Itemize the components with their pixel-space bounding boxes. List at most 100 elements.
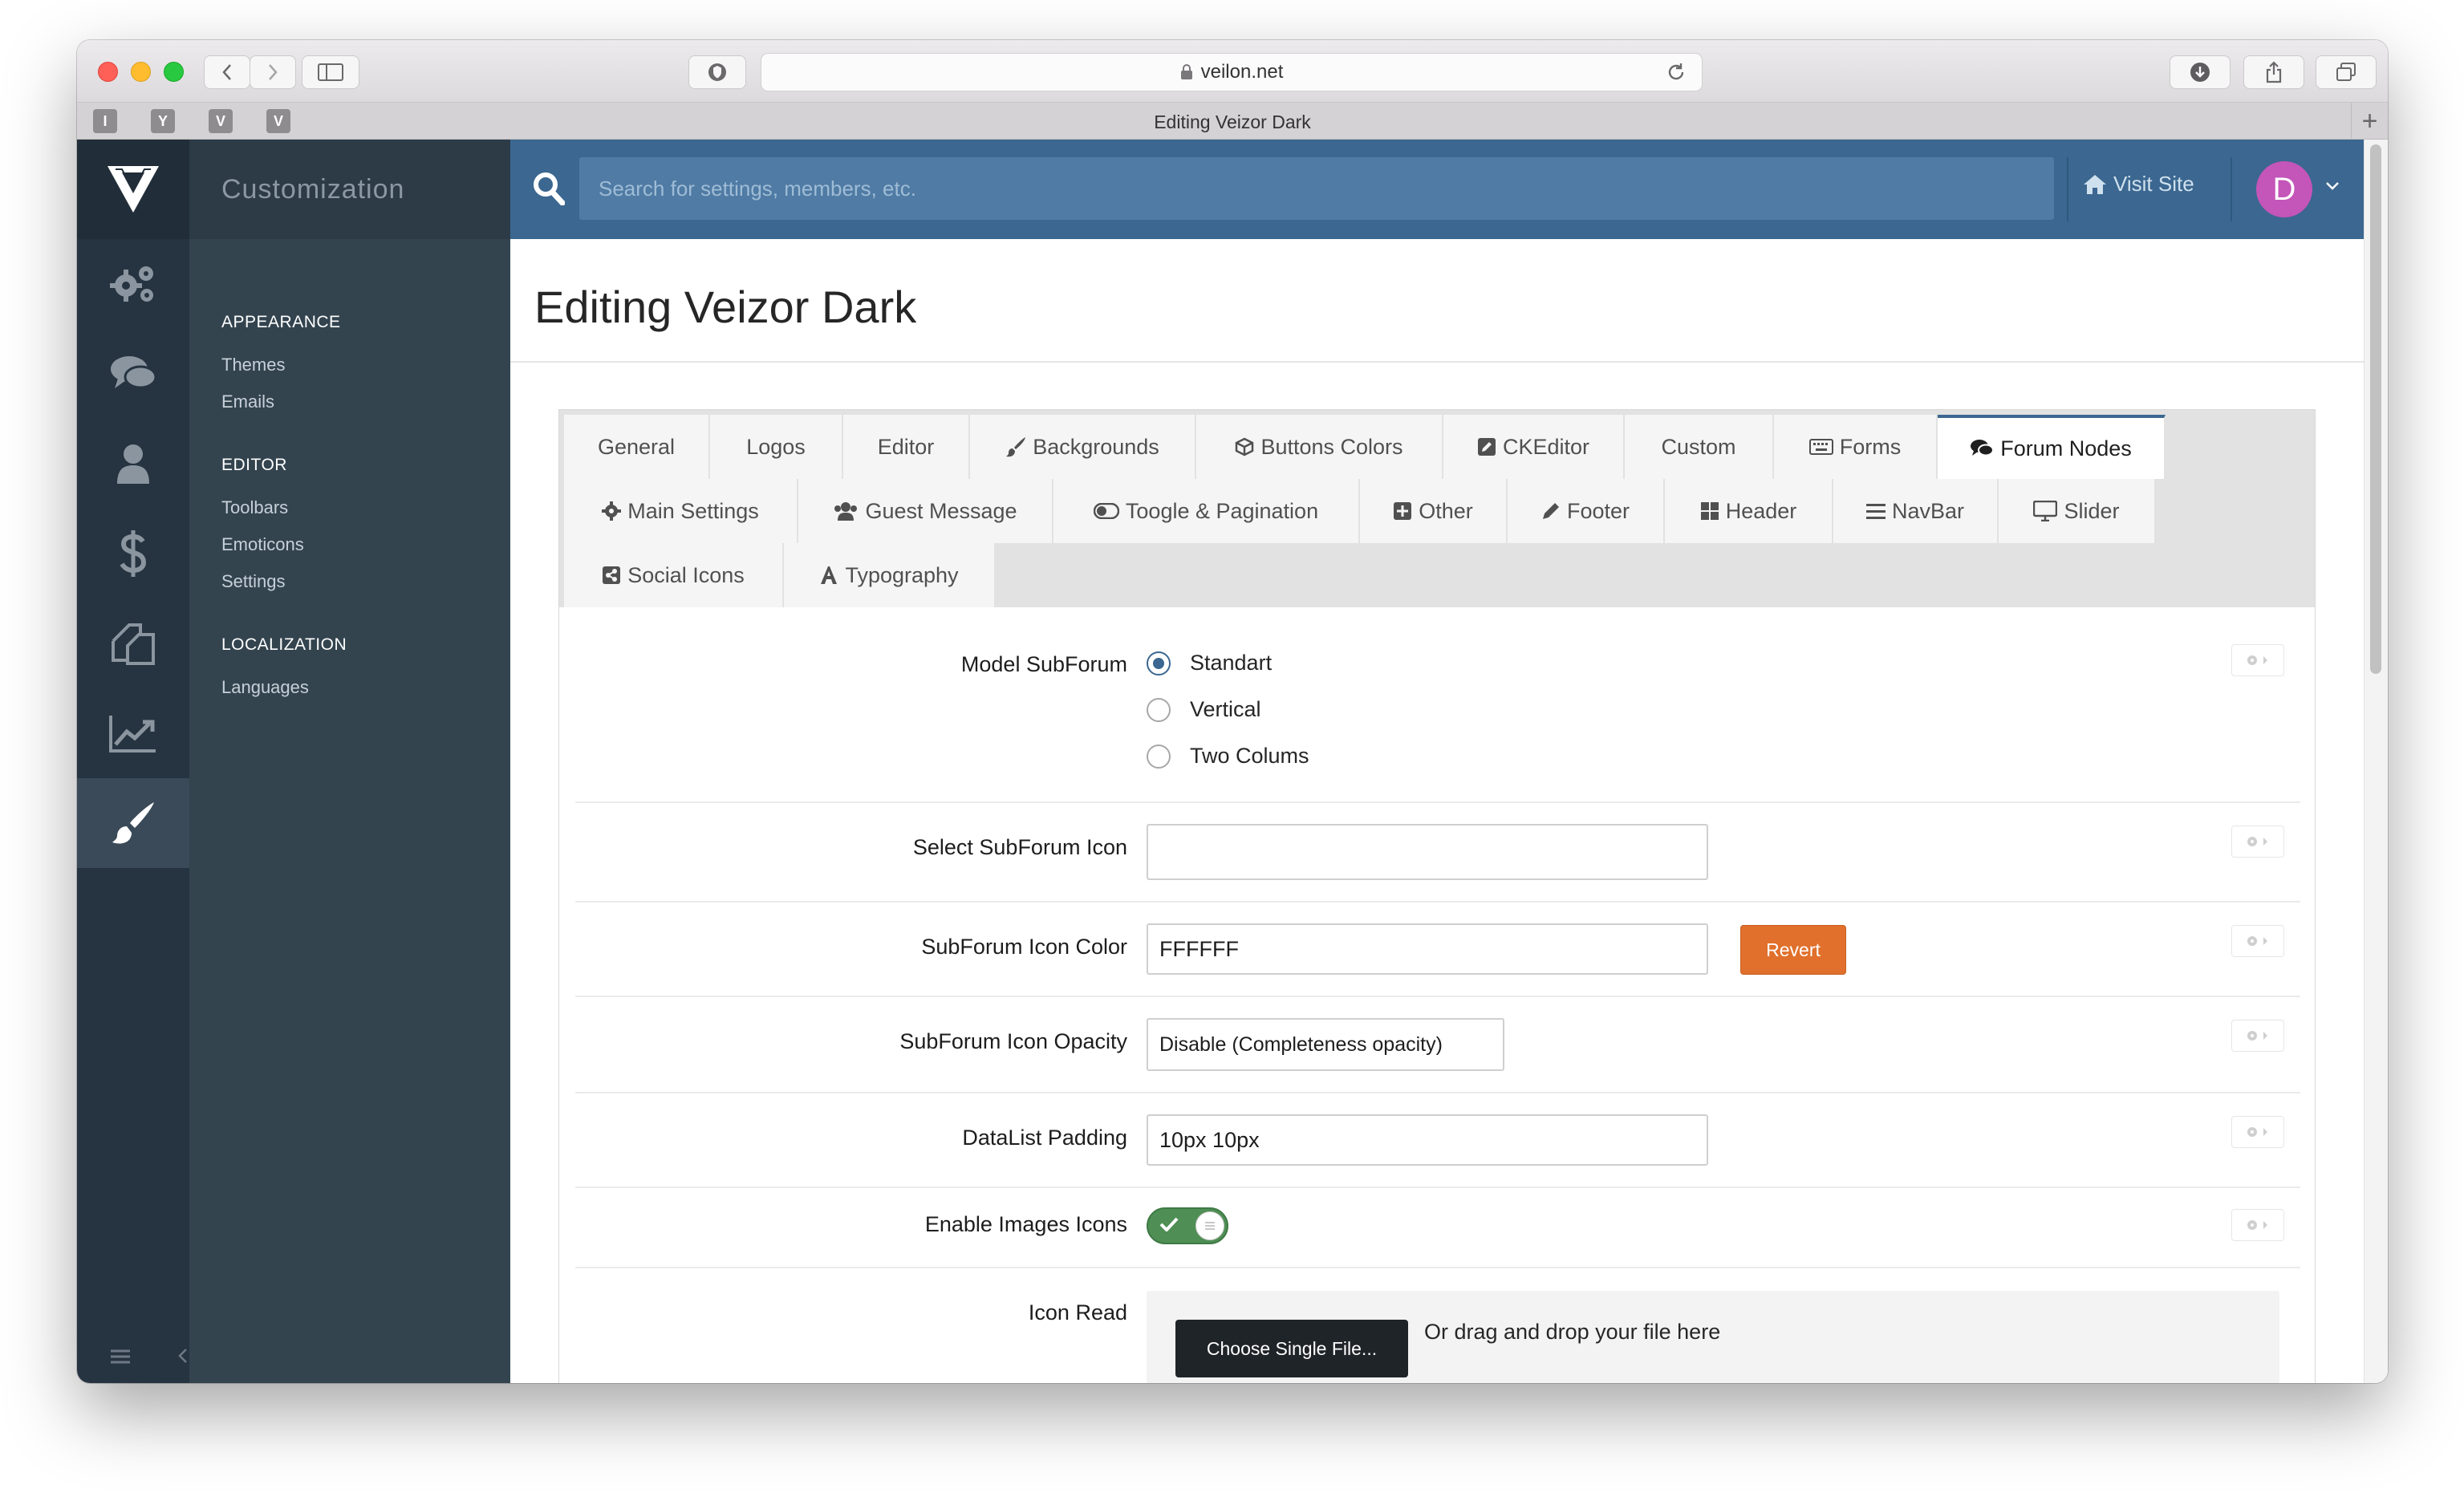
shield-icon	[708, 63, 726, 81]
browser-titlebar: veilon.net	[77, 40, 2388, 103]
tab-typography[interactable]: Typography	[784, 543, 996, 607]
radio-button-selected[interactable]	[1147, 651, 1171, 675]
tab-label: Logos	[746, 434, 806, 459]
subforum-icon-input[interactable]	[1147, 824, 1708, 880]
visit-site-link[interactable]: Visit Site	[2083, 172, 2194, 197]
desktop-icon	[2033, 501, 2058, 521]
scrollbar-thumb[interactable]	[2370, 144, 2381, 674]
logo-icon[interactable]	[77, 140, 189, 239]
tab-bar: General Logos Editor Backgrounds Buttons…	[559, 410, 2315, 607]
tab-toogle-pagination[interactable]: Toogle & Pagination	[1053, 479, 1360, 543]
tab-ckeditor[interactable]: CKEditor	[1443, 415, 1625, 479]
datalist-padding-input[interactable]: 10px 10px	[1147, 1114, 1708, 1166]
radio-two-colums[interactable]: Two Colums	[1147, 744, 1309, 769]
search-icon[interactable]	[533, 172, 565, 205]
forums-nav-item[interactable]	[77, 329, 189, 419]
tab-guest-message[interactable]: Guest Message	[798, 479, 1053, 543]
stats-nav-item[interactable]	[77, 688, 189, 778]
active-tab-title[interactable]: Editing Veizor Dark	[77, 112, 2388, 133]
new-tab-button[interactable]: +	[2351, 103, 2388, 140]
tab-editor[interactable]: Editor	[843, 415, 970, 479]
tab-main-settings[interactable]: Main Settings	[564, 479, 798, 543]
radio-standart[interactable]: Standart	[1147, 651, 1272, 675]
users-nav-item[interactable]	[77, 419, 189, 509]
property-menu-button[interactable]	[2231, 1116, 2284, 1148]
back-button[interactable]	[204, 55, 250, 89]
page-title: Editing Veizor Dark	[534, 282, 917, 332]
nav-link-emoticons[interactable]: Emoticons	[221, 534, 304, 555]
property-menu-button[interactable]	[2231, 644, 2284, 676]
tab-forum-nodes[interactable]: Forum Nodes	[1938, 415, 2166, 479]
section-title: Customization	[189, 140, 510, 239]
tab-other[interactable]: Other	[1360, 479, 1508, 543]
nav-link-languages[interactable]: Languages	[221, 677, 309, 698]
collapse-sidebar-button[interactable]	[178, 1330, 510, 1383]
tab-custom[interactable]: Custom	[1625, 415, 1774, 479]
tab-header[interactable]: Header	[1665, 479, 1833, 543]
row-enable-images-icons: Enable Images Icons	[575, 1188, 2300, 1268]
radio-button[interactable]	[1147, 697, 1171, 722]
close-window-button[interactable]	[98, 62, 118, 82]
tab-label: Buttons Colors	[1260, 434, 1403, 459]
property-menu-button[interactable]	[2231, 925, 2284, 957]
row-select-subforum-icon: Select SubForum Icon	[575, 803, 2300, 903]
search-input[interactable]	[579, 157, 2054, 220]
nav-link-settings[interactable]: Settings	[221, 571, 286, 592]
tab-label: CKEditor	[1502, 434, 1590, 459]
tab-label: Header	[1725, 498, 1797, 523]
grip-icon	[1205, 1222, 1215, 1230]
row-datalist-padding: DataList Padding 10px 10px	[575, 1093, 2300, 1188]
hamburger-icon	[111, 1349, 130, 1364]
tab-general[interactable]: General	[564, 415, 710, 479]
tabs-overview-button[interactable]	[2316, 55, 2377, 89]
upgrades-nav-item[interactable]	[77, 509, 189, 598]
address-bar[interactable]: veilon.net	[761, 53, 1703, 91]
setup-nav-item[interactable]	[77, 239, 189, 329]
subforum-icon-opacity-select[interactable]: Disable (Completeness opacity)	[1147, 1018, 1504, 1071]
privacy-report-button[interactable]	[688, 55, 746, 89]
share-icon	[603, 566, 621, 584]
tab-buttons-colors[interactable]: Buttons Colors	[1196, 415, 1443, 479]
content-nav-item[interactable]	[77, 598, 189, 688]
radio-button[interactable]	[1147, 744, 1171, 769]
nav-link-emails[interactable]: Emails	[221, 391, 274, 412]
tab-social-icons[interactable]: Social Icons	[564, 543, 784, 607]
brush-icon	[112, 802, 154, 844]
reload-icon[interactable]	[1665, 61, 1687, 83]
tab-navbar[interactable]: NavBar	[1833, 479, 1999, 543]
file-drop-zone[interactable]: Choose Single File... Or drag and drop y…	[1147, 1291, 2279, 1383]
radio-vertical[interactable]: Vertical	[1147, 697, 1261, 722]
forward-button[interactable]	[250, 55, 296, 89]
tab-forms[interactable]: Forms	[1774, 415, 1938, 479]
choose-file-button[interactable]: Choose Single File...	[1175, 1320, 1408, 1377]
nav-section-editor: EDITOR	[221, 456, 287, 474]
radio-label: Standart	[1190, 651, 1273, 675]
pencil-icon	[1542, 503, 1559, 519]
subforum-icon-color-input[interactable]: FFFFFF	[1147, 923, 1708, 975]
nav-link-toolbars[interactable]: Toolbars	[221, 497, 288, 518]
model-subforum-label: Model SubForum	[960, 652, 1127, 676]
revert-button[interactable]: Revert	[1740, 925, 1846, 975]
property-menu-button[interactable]	[2231, 826, 2284, 858]
tab-label: Footer	[1566, 498, 1630, 523]
enable-images-icons-toggle[interactable]	[1147, 1207, 1228, 1244]
chevron-down-icon[interactable]	[2325, 181, 2340, 191]
nav-link-themes[interactable]: Themes	[221, 355, 285, 375]
sidebar-toggle-button[interactable]	[302, 55, 359, 89]
downloads-button[interactable]	[2170, 55, 2231, 89]
menu-toggle[interactable]	[77, 1330, 189, 1383]
tab-slider[interactable]: Slider	[1999, 479, 2156, 543]
font-icon	[821, 566, 838, 584]
section-sidebar: Customization APPEARANCE Themes Emails E…	[178, 140, 510, 1383]
zoom-window-button[interactable]	[164, 62, 184, 82]
appearance-nav-item[interactable]	[77, 778, 189, 868]
property-menu-button[interactable]	[2231, 1020, 2284, 1052]
property-menu-button[interactable]	[2231, 1209, 2284, 1241]
tab-logos[interactable]: Logos	[710, 415, 843, 479]
share-button[interactable]	[2243, 55, 2304, 89]
avatar[interactable]: D	[2256, 161, 2312, 217]
tab-label: Editor	[877, 434, 935, 459]
tab-backgrounds[interactable]: Backgrounds	[970, 415, 1196, 479]
tab-footer[interactable]: Footer	[1508, 479, 1665, 543]
minimize-window-button[interactable]	[131, 62, 151, 82]
